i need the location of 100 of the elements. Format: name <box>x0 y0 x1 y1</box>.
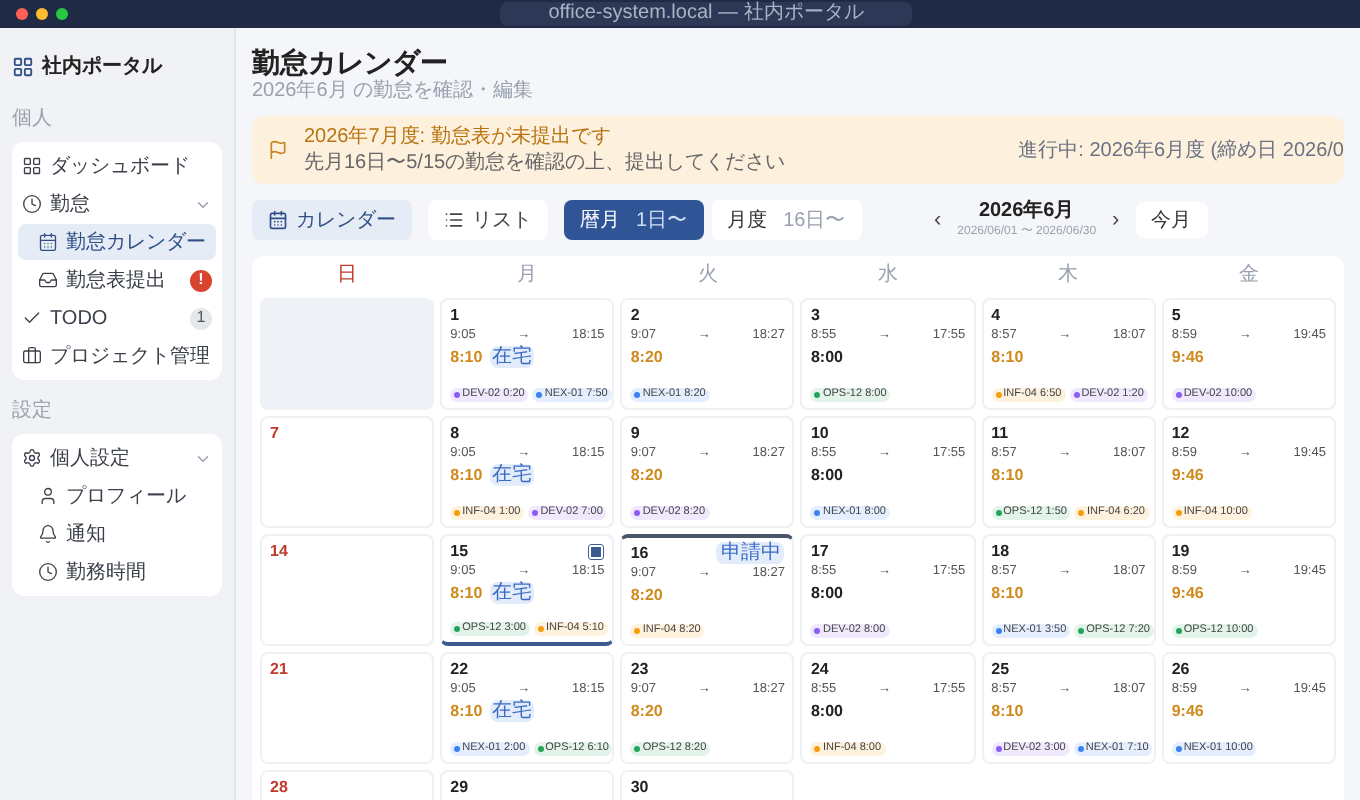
nav-icon <box>38 486 58 506</box>
sidebar-item[interactable]: 勤怠表提出 ! <box>18 262 216 298</box>
view-tab[interactable]: カレンダー <box>252 200 412 240</box>
badge: 1 <box>190 307 212 329</box>
sidebar-item[interactable]: 通知 <box>18 516 216 552</box>
nav-icon <box>22 308 42 328</box>
work-hours: 8:10 <box>991 699 1024 723</box>
section-label: 設定 <box>12 397 54 426</box>
work-hours: 8:10 <box>450 463 483 487</box>
day-number: 9 <box>630 421 640 445</box>
nav-icon <box>22 448 42 468</box>
previous-month-button[interactable]: ‹ <box>933 203 942 237</box>
day-number: 21 <box>270 657 288 681</box>
sidebar-item[interactable]: 勤怠カレンダー <box>18 224 216 260</box>
status-badge: 申請中 <box>716 542 785 564</box>
work-hours: 8:10 <box>450 581 483 605</box>
nav-icon <box>22 156 42 176</box>
day-number: 17 <box>810 539 829 563</box>
day-number: 26 <box>1171 657 1190 681</box>
work-hours: 8:20 <box>630 345 663 369</box>
nav-icon <box>38 270 58 290</box>
weekday-header: 金 <box>1236 262 1261 290</box>
day-number: 29 <box>450 775 469 799</box>
weekday-header: 月 <box>515 262 540 290</box>
flag-icon <box>268 140 288 160</box>
day-cell[interactable]: 7 <box>260 416 435 528</box>
nav-icon <box>38 524 58 544</box>
remote-badge: 在宅 <box>490 346 535 368</box>
page-title: 勤怠カレンダー <box>252 44 450 79</box>
work-hours: 9:46 <box>1171 463 1204 487</box>
day-cell[interactable]: 14 <box>260 534 435 646</box>
day-number: 7 <box>270 421 279 445</box>
day-number: 8 <box>450 421 460 445</box>
sidebar-item[interactable]: プロフィール <box>18 478 216 514</box>
remote-badge: 在宅 <box>490 582 535 604</box>
day-cell[interactable]: 21 <box>260 652 435 764</box>
work-hours: 8:00 <box>810 581 843 605</box>
day-number: 2 <box>630 303 640 327</box>
day-number: 30 <box>630 775 649 799</box>
sidebar-item[interactable]: TODO 1 <box>18 300 216 336</box>
day-number: 11 <box>991 421 1009 445</box>
weekday-header: 木 <box>1056 261 1081 290</box>
work-hours: 8:20 <box>630 463 663 487</box>
work-hours: 9:46 <box>1171 345 1204 369</box>
this-month-button[interactable]: 今月 <box>1135 202 1208 238</box>
day-number: 24 <box>810 657 829 681</box>
work-hours: 8:10 <box>450 699 483 723</box>
work-hours: 9:46 <box>1171 699 1204 723</box>
calendar-icon <box>268 210 288 230</box>
work-hours: 8:00 <box>810 463 843 487</box>
banner-title: 2026年7月度: 勤怠表が未提出です <box>304 124 613 150</box>
day-cell[interactable]: 29 <box>440 770 615 800</box>
day-number: 25 <box>991 657 1010 681</box>
remote-badge: 在宅 <box>490 700 535 722</box>
period-toggle[interactable]: 月度 16日〜 <box>711 200 862 240</box>
sidebar-item[interactable]: プロジェクト管理 <box>18 338 216 374</box>
day-number: 3 <box>810 303 820 327</box>
month-label: 2026年6月 <box>978 200 1075 224</box>
day-number: 19 <box>1171 539 1190 563</box>
period-status: 進行中: 2026年6月度 (締め日 2026/0 <box>1018 137 1344 165</box>
work-hours: 8:00 <box>810 699 843 723</box>
day-number: 4 <box>991 303 1001 327</box>
work-hours: 8:10 <box>450 345 483 369</box>
sidebar-item[interactable]: 個人設定 <box>18 440 216 476</box>
day-number: 5 <box>1171 303 1181 327</box>
day-number: 16 <box>630 541 649 565</box>
view-tab[interactable]: リスト <box>428 200 548 240</box>
day-cell[interactable]: 30 <box>620 770 795 800</box>
weekday-header: 日 <box>335 262 360 290</box>
url-bar[interactable]: office-system.local — 社内ポータル <box>500 2 912 26</box>
app-title: 社内ポータル <box>42 53 162 81</box>
nav-icon <box>22 194 42 214</box>
list-icon <box>444 210 464 230</box>
banner-message: 先月16日〜5/15の勤怠を確認の上、提出してください <box>304 150 788 176</box>
sidebar-item[interactable]: 勤怠 <box>18 186 216 222</box>
day-number: 12 <box>1171 421 1190 445</box>
day-cell[interactable]: 28 <box>260 770 435 800</box>
work-hours: 8:10 <box>991 463 1024 487</box>
remote-badge: 在宅 <box>490 464 535 486</box>
work-hours: 9:46 <box>1171 581 1204 605</box>
work-hours: 8:20 <box>630 583 663 607</box>
day-number: 10 <box>810 421 829 445</box>
day-number: 14 <box>270 539 288 563</box>
page-subtitle: 2026年6月 の勤怠を確認・編集 <box>252 80 536 104</box>
day-number: 18 <box>991 539 1010 563</box>
weekday-header: 水 <box>876 261 901 290</box>
day-number: 28 <box>270 775 288 799</box>
nav-icon <box>22 346 42 366</box>
nav-icon <box>38 232 58 252</box>
nav-icon <box>38 562 58 582</box>
next-month-button[interactable]: › <box>1112 203 1120 237</box>
work-hours: 8:00 <box>810 345 843 369</box>
day-number: 1 <box>450 303 460 327</box>
period-toggle[interactable]: 暦月 1日〜 <box>564 200 704 240</box>
day-number: 23 <box>630 657 649 681</box>
logo-icon <box>12 55 34 77</box>
sidebar-item[interactable]: ダッシュボード <box>18 148 216 184</box>
badge: ! <box>190 269 212 291</box>
sidebar-item[interactable]: 勤務時間 <box>18 554 216 590</box>
day-number: 22 <box>450 657 469 681</box>
